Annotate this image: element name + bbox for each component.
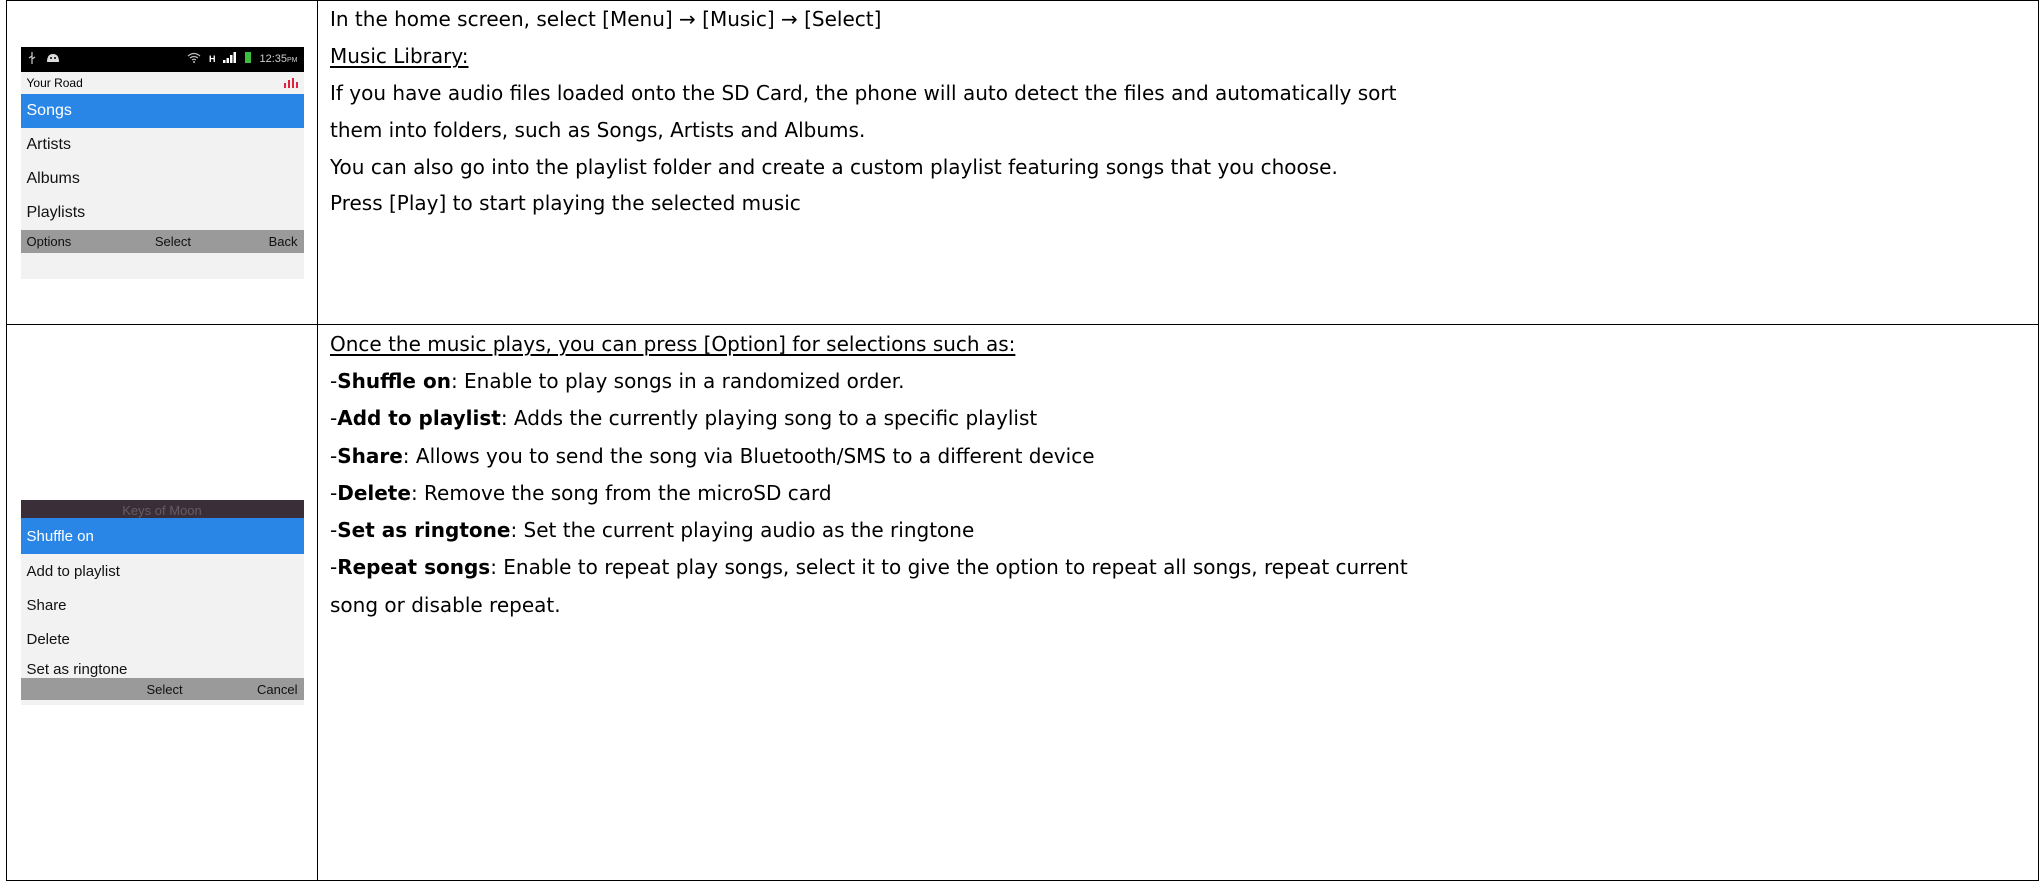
option-shuffle-on[interactable]: Shuffle on: [20, 518, 304, 554]
repeat-description-continuation: song or disable repeat.: [330, 592, 561, 617]
now-playing-titlebar: Your Road: [20, 71, 304, 94]
menu-item-albums[interactable]: Albums: [21, 162, 304, 196]
option-description: - Add to playlist: Adds the currently pl…: [330, 406, 1038, 431]
menu-item-playlists[interactable]: Playlists: [21, 196, 304, 230]
equalizer-icon: [283, 77, 298, 88]
softkey-bar: Options Select Back: [20, 229, 304, 253]
play-instruction: Press [Play] to start playing the select…: [330, 191, 801, 216]
options-intro: Once the music plays, you can press [Opt…: [330, 331, 1016, 356]
status-time: 12:35PM: [259, 53, 298, 65]
playlist-description: You can also go into the playlist folder…: [330, 154, 1338, 179]
library-description-line-2: them into folders, such as Songs, Artist…: [330, 117, 866, 142]
status-bar: H 12:35PM: [20, 46, 304, 72]
cancel-softkey[interactable]: Cancel: [257, 682, 297, 697]
phone-screenshot-cell: Keys of Moon Shuffle on Add to playlist …: [6, 324, 318, 881]
music-library-row: H 12:35PM Your Road Songs Artists Albums…: [6, 0, 2039, 325]
music-library-text-cell: In the home screen, select [Menu] → [Mus…: [317, 0, 2039, 325]
phone-screenshot-cell: H 12:35PM Your Road Songs Artists Albums…: [6, 0, 318, 325]
option-description: - Share: Allows you to send the song via…: [330, 443, 1095, 468]
menu-item-artists[interactable]: Artists: [21, 128, 304, 162]
softkey-bar: Select Cancel: [20, 678, 304, 700]
usb-icon: [27, 51, 37, 67]
instruction-table: H 12:35PM Your Road Songs Artists Albums…: [6, 0, 2039, 881]
option-name: Shuffle on: [337, 368, 451, 393]
playback-options-row: Keys of Moon Shuffle on Add to playlist …: [6, 324, 2039, 881]
option-description: - Delete: Remove the song from the micro…: [330, 480, 832, 505]
option-share[interactable]: Share: [21, 588, 304, 622]
option-description: - Repeat songs: Enable to repeat play so…: [330, 555, 1408, 580]
select-softkey[interactable]: Select: [155, 234, 191, 249]
menu-item-songs[interactable]: Songs: [20, 93, 304, 128]
options-text-cell: Once the music plays, you can press [Opt…: [317, 324, 2039, 881]
signal-strength-icon: [223, 52, 237, 66]
network-type-label: H: [208, 54, 216, 64]
song-title-header: Keys of Moon: [20, 500, 304, 518]
option-name: Set as ringtone: [337, 518, 511, 543]
battery-icon: [245, 52, 252, 66]
options-softkey[interactable]: Options: [27, 234, 72, 249]
music-library-heading: Music Library:: [330, 44, 469, 69]
option-add-to-playlist[interactable]: Add to playlist: [21, 554, 304, 588]
option-name: Share: [337, 443, 403, 468]
navigation-instruction: In the home screen, select [Menu] → [Mus…: [330, 7, 882, 32]
option-description: - Set as ringtone: Set the current playi…: [330, 518, 975, 543]
options-menu-screen: Keys of Moon Shuffle on Add to playlist …: [20, 500, 304, 705]
library-description-line-1: If you have audio files loaded onto the …: [330, 80, 1397, 105]
option-set-as-ringtone[interactable]: Set as ringtone: [21, 656, 304, 678]
wifi-icon: [187, 52, 201, 66]
back-softkey[interactable]: Back: [269, 234, 298, 249]
option-name: Repeat songs: [337, 555, 491, 580]
android-icon: [45, 52, 61, 66]
select-softkey[interactable]: Select: [147, 682, 183, 697]
option-name: Add to playlist: [337, 406, 501, 431]
option-description: - Shuffle on: Enable to play songs in a …: [330, 368, 905, 393]
music-library-screen: H 12:35PM Your Road Songs Artists Albums…: [20, 46, 304, 279]
now-playing-title: Your Road: [26, 75, 83, 90]
option-delete[interactable]: Delete: [21, 622, 304, 656]
option-name: Delete: [337, 480, 411, 505]
